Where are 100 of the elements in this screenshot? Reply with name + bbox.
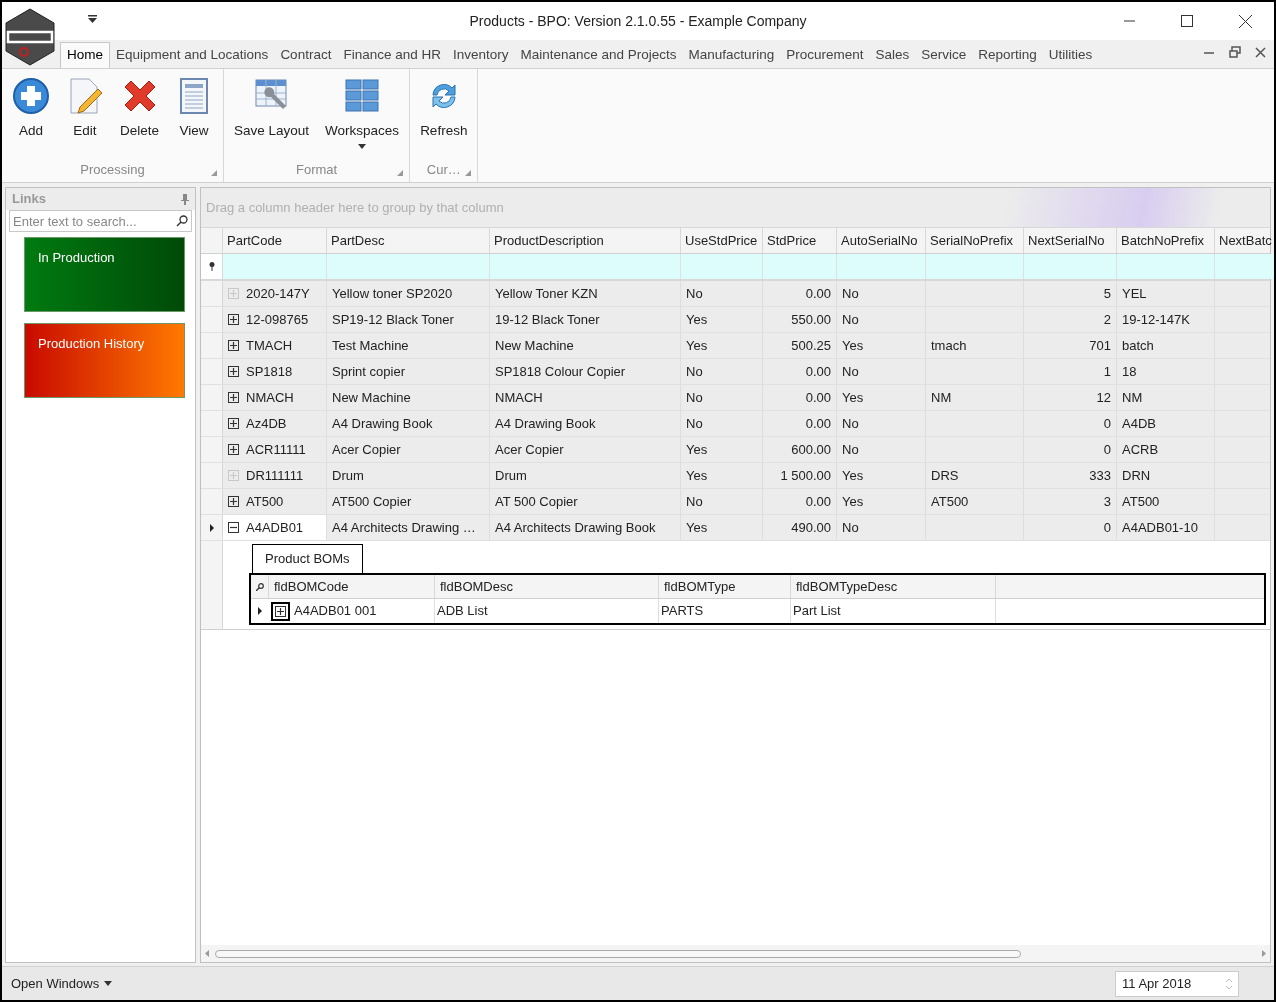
table-cell-text: No — [686, 414, 703, 433]
scroll-left-icon[interactable] — [205, 950, 209, 957]
ribbon-tab[interactable]: Manufacturing — [682, 42, 781, 68]
expand-icon[interactable] — [228, 418, 239, 429]
ribbon-tab[interactable]: Inventory — [446, 42, 515, 68]
table-cell-text: A4 Architects Drawing Book — [495, 518, 656, 537]
column-header[interactable]: fldBOMCode — [269, 575, 435, 598]
table-cell-text: DR111111 — [246, 466, 304, 485]
table-cell-text: A4ADB01 — [246, 518, 304, 537]
column-header[interactable]: PartCode — [223, 228, 327, 253]
table-cell-text: tmach — [931, 336, 967, 355]
row-indicator-icon — [209, 523, 214, 532]
table-cell-text: AT500 — [1122, 492, 1160, 511]
caret-icon — [358, 144, 367, 150]
column-header[interactable]: fldBOMDesc — [435, 575, 659, 598]
quick-access-caret-icon[interactable] — [88, 15, 97, 23]
table-cell-text: Yellow Toner KZN — [495, 284, 598, 303]
table-cell-text: SP1818 — [246, 362, 293, 381]
ribbon-tab[interactable]: Finance and HR — [337, 42, 447, 68]
table-cell-text: 1 500.00 — [780, 466, 831, 485]
ribbon-tab[interactable]: Reporting — [972, 42, 1043, 68]
expand-icon[interactable] — [228, 444, 239, 455]
table-cell-text: Yellow toner SP2020 — [332, 284, 453, 303]
dialog-launcher-icon[interactable] — [397, 170, 404, 176]
expand-icon[interactable] — [275, 605, 286, 617]
table-cell-text: 701 — [1089, 336, 1111, 355]
link-tile[interactable]: Production History — [24, 323, 185, 398]
ribbon-close-icon[interactable] — [1255, 46, 1266, 58]
table-cell-text: A4ADB01-10 — [1122, 518, 1198, 537]
expand-icon[interactable] — [228, 314, 239, 325]
ribbon-tab[interactable]: Utilities — [1042, 42, 1099, 68]
ribbon-tab[interactable]: Sales — [869, 42, 916, 68]
table-cell-text: 12 — [1096, 388, 1111, 407]
collapse-icon[interactable] — [228, 522, 239, 533]
column-header[interactable]: NextSerialNo — [1024, 228, 1117, 253]
plus-circle-icon — [12, 77, 50, 115]
ribbon-tab[interactable]: Equipment and Locations — [110, 42, 275, 68]
table-cell-text: Acer Copier — [495, 440, 564, 459]
ribbon-tab[interactable]: Service — [915, 42, 973, 68]
ribbon-button[interactable]: Delete — [112, 77, 168, 153]
scrollbar-thumb[interactable] — [215, 949, 1021, 958]
ribbon-button[interactable]: Workspaces — [317, 77, 408, 153]
table-cell-text: Yes — [842, 466, 864, 485]
ribbon-group-label: Cur… — [426, 161, 461, 180]
link-tile[interactable]: In Production — [24, 237, 185, 312]
row-header[interactable] — [201, 515, 223, 540]
dialog-launcher-icon[interactable] — [465, 170, 472, 176]
column-header[interactable]: NextBatc — [1215, 228, 1274, 253]
dialog-launcher-icon[interactable] — [211, 170, 218, 176]
table-cell-text: YEL — [1122, 284, 1147, 303]
table-cell-text: NM — [1122, 388, 1143, 407]
column-header[interactable]: fldBOMType — [659, 575, 791, 598]
scroll-right-icon[interactable] — [1262, 950, 1266, 957]
search-icon[interactable] — [176, 215, 188, 227]
spinner-icon[interactable] — [1226, 976, 1232, 991]
ribbon-button[interactable]: Add — [4, 77, 58, 153]
open-windows-menu[interactable]: Open Windows — [11, 973, 113, 994]
column-header[interactable]: BatchNoPrefix — [1117, 228, 1215, 253]
expand-icon[interactable] — [228, 392, 239, 403]
expand-icon[interactable] — [228, 496, 239, 507]
column-header[interactable]: StdPrice — [763, 228, 837, 253]
table-cell-text: NM — [931, 388, 952, 407]
column-header[interactable]: PartDesc — [327, 228, 490, 253]
ribbon-button[interactable]: View — [167, 77, 222, 153]
date-field[interactable]: 11 Apr 2018 — [1115, 970, 1239, 997]
search-field[interactable]: Enter text to search... — [9, 210, 192, 232]
table-cell-text: 12-098765 — [246, 310, 309, 329]
table-cell-text: 0 — [1103, 414, 1111, 433]
search-icon[interactable] — [255, 582, 264, 591]
column-header[interactable]: ProductDescription — [490, 228, 681, 253]
table-cell-text: SP1818 Colour Copier — [495, 362, 626, 381]
table-cell-text: 19-12 Black Toner — [495, 310, 600, 329]
table-cell-text: Test Machine — [332, 336, 409, 355]
ribbon-tab[interactable]: Home — [60, 42, 110, 68]
group-panel-hint: Drag a column header here to group by that column — [206, 198, 504, 217]
column-header[interactable]: SerialNoPrefix — [926, 228, 1024, 253]
ribbon-tab[interactable]: Maintenance and Projects — [514, 42, 683, 68]
detail-tab[interactable]: Product BOMs — [252, 544, 363, 573]
table-cell-text: ACRB — [1122, 440, 1159, 459]
table-cell-text: No — [842, 414, 859, 433]
ribbon-button[interactable]: Edit — [58, 77, 112, 153]
ribbon-button[interactable]: Refresh — [412, 77, 476, 153]
ribbon-tab[interactable]: Procurement — [780, 42, 870, 68]
window-title: Products - BPO: Version 2.1.0.55 - Example Company — [469, 11, 807, 31]
column-header[interactable]: AutoSerialNo — [837, 228, 926, 253]
ribbon-restore-icon[interactable] — [1229, 46, 1241, 58]
ribbon-button[interactable]: Save Layout — [226, 77, 318, 153]
ribbon-group-label: Format — [296, 161, 338, 180]
pin-icon[interactable] — [181, 193, 189, 205]
table-cell-text: 0.00 — [805, 492, 831, 511]
table-cell-text: 0 — [1103, 440, 1111, 459]
column-header[interactable]: UseStdPrice — [681, 228, 763, 253]
ribbon-tab[interactable]: Contract — [274, 42, 338, 68]
table-cell-text: AT500 — [246, 492, 284, 511]
table-cell-text: AT500 — [931, 492, 969, 511]
table-cell-text: 0.00 — [805, 414, 831, 433]
expand-icon[interactable] — [228, 366, 239, 377]
table-cell-text: Yes — [686, 440, 708, 459]
expand-icon[interactable] — [228, 340, 239, 351]
column-header[interactable]: fldBOMTypeDesc — [791, 575, 996, 598]
